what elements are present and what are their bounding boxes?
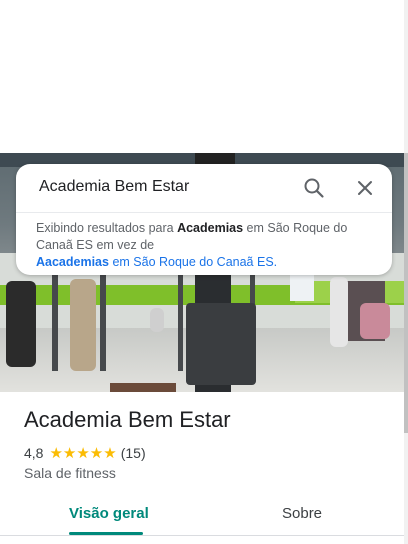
place-name: Academia Bem Estar <box>24 407 231 432</box>
rating-value: 4,8 <box>24 445 44 461</box>
scrollbar-thumb[interactable] <box>404 153 408 433</box>
divider <box>16 212 392 213</box>
original-term: Aacademias <box>36 255 109 269</box>
person <box>150 308 164 332</box>
blank-area <box>0 0 408 153</box>
close-icon[interactable] <box>353 176 377 200</box>
rack-post <box>178 261 183 371</box>
rating-row[interactable]: 4,8 ★★★★★ (15) <box>24 444 146 462</box>
rack-post <box>52 261 58 371</box>
search-card: Academia Bem Estar Exibindo resultados p… <box>16 164 392 275</box>
notice-prefix: Exibindo resultados para <box>36 221 178 235</box>
tabs-divider <box>0 535 404 536</box>
review-count[interactable]: (15) <box>121 445 146 461</box>
rack-post <box>100 261 106 371</box>
floor-mat <box>110 383 176 392</box>
tab-about[interactable]: Sobre <box>282 505 322 522</box>
spelling-notice: Exibindo resultados para Academias em Sã… <box>36 220 376 271</box>
rating-stars: ★★★★★ <box>49 445 117 462</box>
person <box>70 279 96 371</box>
original-query-link[interactable]: Aacademias em São Roque do Canaã ES. <box>36 255 277 269</box>
notice-corrected-term: Academias <box>177 221 244 235</box>
bench <box>186 303 256 385</box>
place-category[interactable]: Sala de fitness <box>24 465 116 481</box>
person <box>330 277 348 347</box>
person <box>360 303 390 339</box>
person <box>6 281 36 367</box>
search-input[interactable]: Academia Bem Estar <box>39 178 189 196</box>
search-icon[interactable] <box>302 176 326 200</box>
original-suffix: em São Roque do Canaã ES. <box>108 255 278 269</box>
tab-overview[interactable]: Visão geral <box>69 505 149 522</box>
